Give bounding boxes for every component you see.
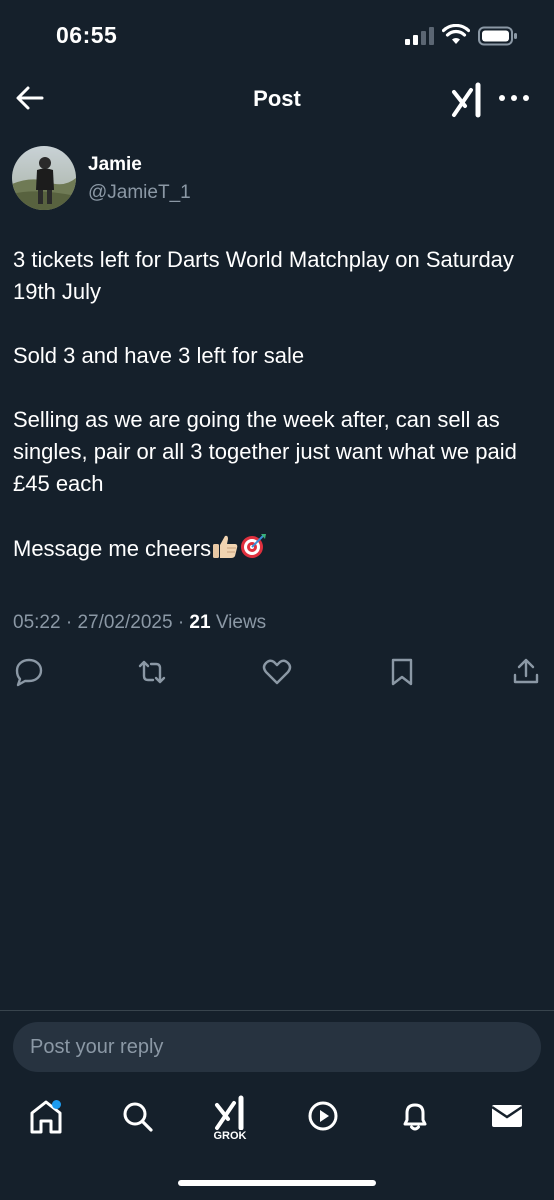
tab-home[interactable] xyxy=(24,1094,68,1138)
meta-separator: · xyxy=(65,612,73,633)
reply-icon[interactable] xyxy=(13,656,45,688)
cellular-signal-icon xyxy=(405,27,434,45)
status-time: 06:55 xyxy=(56,22,118,48)
wifi-icon xyxy=(442,24,470,44)
tweet-paragraph-last: Message me cheers xyxy=(13,532,543,565)
notifications-bell-icon xyxy=(403,1103,427,1131)
retweet-icon[interactable] xyxy=(136,656,168,688)
meta-separator: · xyxy=(177,612,185,633)
battery-icon xyxy=(478,26,517,46)
avatar[interactable] xyxy=(12,146,76,210)
tab-video[interactable] xyxy=(301,1094,345,1138)
messages-envelope-icon xyxy=(491,1105,523,1127)
post-header: Post xyxy=(0,70,554,130)
home-icon xyxy=(30,1100,62,1134)
share-icon[interactable] xyxy=(510,656,542,688)
tweet-date: 27/02/2025 xyxy=(77,612,173,633)
home-indicator xyxy=(178,1180,376,1186)
tab-grok[interactable]: GROK xyxy=(208,1094,252,1142)
bookmark-icon[interactable] xyxy=(386,656,418,688)
tweet-paragraph-text: Message me cheers xyxy=(13,536,212,561)
views-count[interactable]: 21 xyxy=(189,612,210,633)
like-icon[interactable] xyxy=(261,656,293,688)
tweet-paragraph: Selling as we are going the week after, … xyxy=(13,407,517,496)
tweet-meta: 05:22 · 27/02/2025 · 21 Views xyxy=(13,612,266,634)
grok-icon[interactable] xyxy=(450,82,486,118)
thumbs-up-emoji-icon xyxy=(213,535,238,558)
tab-messages[interactable] xyxy=(485,1094,529,1138)
status-bar: 06:55 xyxy=(0,0,554,70)
tab-notifications[interactable] xyxy=(393,1094,437,1138)
author-name[interactable]: Jamie xyxy=(88,154,142,176)
more-options-icon[interactable] xyxy=(496,86,532,110)
tweet-actions xyxy=(0,656,554,692)
tweet-text: 3 tickets left for Darts World Matchplay… xyxy=(13,244,543,597)
tweet-paragraph: 3 tickets left for Darts World Matchplay… xyxy=(13,247,514,304)
video-play-icon xyxy=(308,1101,338,1131)
reply-input[interactable] xyxy=(13,1022,541,1072)
bottom-tab-bar: GROK xyxy=(0,1088,554,1148)
tweet-paragraph: Sold 3 and have 3 left for sale xyxy=(13,343,305,368)
divider xyxy=(0,1010,554,1011)
search-icon xyxy=(123,1102,153,1132)
tab-search[interactable] xyxy=(115,1094,159,1138)
bullseye-emoji-icon xyxy=(241,534,267,558)
author-handle[interactable]: @JamieT_1 xyxy=(88,182,191,204)
tweet-time: 05:22 xyxy=(13,612,61,633)
views-label[interactable]: Views xyxy=(216,612,266,633)
notification-dot xyxy=(52,1100,61,1109)
author-row: Jamie @JamieT_1 xyxy=(12,146,542,216)
grok-label: GROK xyxy=(213,1130,247,1142)
grok-icon xyxy=(215,1095,244,1131)
